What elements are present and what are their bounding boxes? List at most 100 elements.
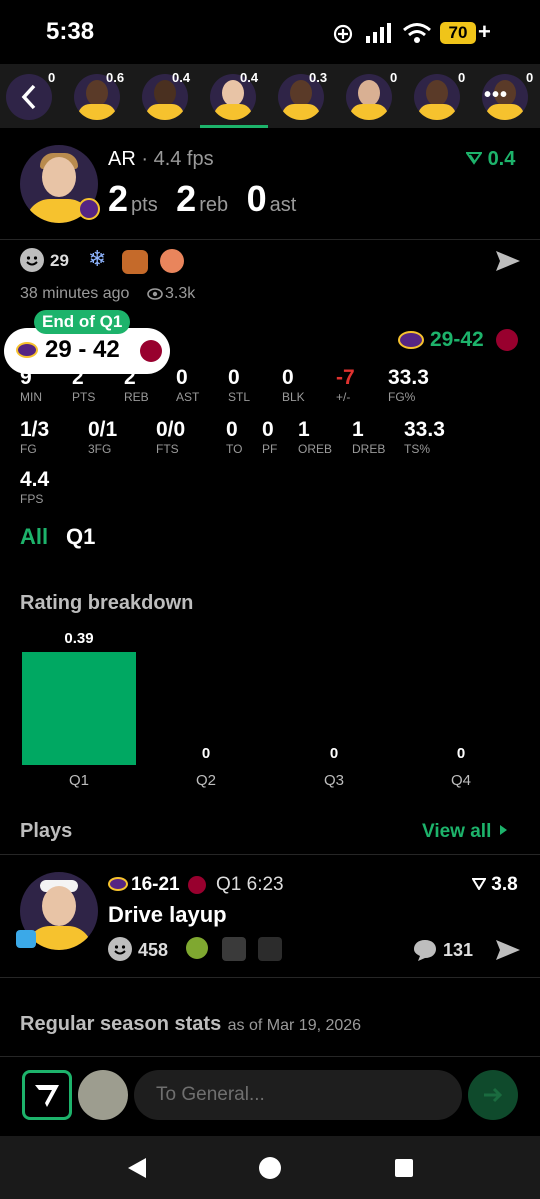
stat-label: BLK [282, 390, 305, 404]
app-logo-button[interactable] [22, 1070, 72, 1120]
heat-logo-icon [188, 876, 206, 894]
stat-oreb: 1 OREB [298, 418, 332, 456]
time-ago: 38 minutes ago [20, 285, 130, 302]
stat-fts: 0/0 FTS [156, 418, 185, 456]
play-item[interactable]: 16-21 Q1 6:23 3.8 Drive layup 458 131 [0, 860, 540, 976]
stat-to: 0 TO [226, 418, 242, 456]
stat-value: 1/3 [20, 418, 50, 441]
nav-home-icon[interactable] [258, 1156, 282, 1180]
data-saver-icon [333, 24, 353, 44]
rating-change: 0.4 [465, 148, 515, 171]
stat-pts: 2 PTS [72, 366, 95, 404]
wifi-icon [403, 23, 431, 43]
comment-icon[interactable] [412, 938, 438, 962]
player-avatar[interactable] [346, 74, 392, 120]
stat-value: 9 [20, 366, 32, 389]
plays-title: Plays [20, 820, 73, 842]
stat-ast: 0 AST [176, 366, 199, 404]
player-value: 0 [390, 70, 398, 85]
player-statline: 2 pts 2 reb 0 ast [108, 178, 296, 220]
share-icon[interactable] [494, 249, 522, 273]
apple-reaction-icon[interactable] [186, 937, 208, 959]
stat-value: 1 [298, 418, 310, 441]
views-icon [147, 288, 163, 300]
player-name: AR [108, 148, 136, 170]
stat-value: 0/1 [88, 418, 118, 441]
play-clock: Q1 6:23 [216, 874, 284, 895]
players-strip: 0 0.6 0.4 0.4 0.3 0 0 ••• 0 [0, 64, 540, 128]
gif-reaction-icon[interactable] [222, 937, 246, 961]
tab-q1[interactable]: Q1 [66, 524, 95, 550]
stat-fg: 1/3 FG [20, 418, 49, 456]
stat-fps: 4.4 FPS [20, 468, 49, 506]
lakers-logo-icon [108, 877, 128, 891]
bucket-icon [16, 930, 36, 948]
stat-label: REB [124, 390, 149, 404]
send-icon [484, 1087, 503, 1103]
stat-value: 4.4 [20, 468, 50, 491]
player-value: 0.3 [309, 70, 328, 85]
share-icon[interactable] [494, 938, 522, 962]
logo-icon [35, 1085, 59, 1107]
stat-label: TS% [404, 442, 431, 456]
stat-value: 0/0 [156, 418, 186, 441]
reaction-count: 29 [50, 251, 69, 270]
status-bar: 5:38 70 + [0, 0, 540, 60]
divider [0, 977, 540, 978]
rating-down-icon [465, 152, 483, 165]
player-fps: · 4.4 fps [141, 148, 214, 170]
divider [0, 239, 540, 240]
system-nav-bar [0, 1136, 540, 1199]
emoji-reaction-icon[interactable] [122, 250, 148, 274]
view-all-link[interactable]: View all [422, 821, 509, 843]
gif-reaction-icon[interactable] [258, 937, 282, 961]
nav-back-icon[interactable] [124, 1156, 148, 1180]
player-avatar[interactable] [414, 74, 460, 120]
badge-score: 29 - 42 [45, 336, 120, 363]
player-value: 0 [526, 70, 534, 85]
play-score: 16-21 [131, 874, 180, 895]
chat-input[interactable]: To General... [134, 1070, 462, 1120]
stat-stl: 0 STL [228, 366, 250, 404]
peach-reaction-icon[interactable] [160, 249, 184, 273]
nav-recents-icon[interactable] [394, 1158, 414, 1178]
more-button[interactable]: ••• [484, 84, 514, 110]
smile-reaction-icon[interactable] [108, 937, 132, 961]
battery-indicator: 70 [440, 22, 476, 44]
stat-value: 0 [176, 366, 188, 389]
user-avatar[interactable] [78, 1070, 128, 1120]
play-title: Drive layup [108, 902, 227, 927]
stat-label: MIN [20, 390, 42, 404]
snowflake-icon[interactable]: ❄ [88, 246, 106, 272]
status-time: 5:38 [46, 18, 95, 45]
heat-logo-icon [140, 340, 162, 362]
stat-min: 9 MIN [20, 366, 42, 404]
views-count: 3.3k [165, 285, 196, 302]
rating-down-icon [471, 878, 487, 891]
chevron-right-icon [499, 825, 507, 835]
player-value: 0 [48, 70, 56, 85]
period-badge: End of Q1 [34, 310, 131, 334]
player-value: 0.6 [106, 70, 125, 85]
reb-label: reb [199, 194, 229, 216]
tab-all[interactable]: All [20, 524, 48, 550]
back-icon [21, 84, 36, 110]
stat-value: 2 [72, 366, 84, 389]
lakers-logo-icon [16, 342, 38, 358]
game-score: 29-42 [430, 328, 484, 351]
heat-logo-icon [496, 329, 518, 351]
stat-value: -7 [336, 366, 355, 389]
bar-value-label: 0 [329, 745, 339, 762]
player-value: 0 [458, 70, 466, 85]
send-button[interactable] [468, 1070, 518, 1120]
bar-value-label: 0.39 [64, 630, 94, 647]
back-button[interactable] [6, 74, 52, 120]
lakers-logo-icon [398, 331, 424, 349]
stat-value: 0 [226, 418, 238, 441]
stat-value: 0 [228, 366, 240, 389]
smile-reaction-icon[interactable] [20, 248, 44, 272]
stat-value: 1 [352, 418, 364, 441]
stat-value: 33.3 [388, 366, 429, 389]
bar-category-label: Q2 [195, 772, 216, 789]
stat-label: DREB [352, 442, 386, 456]
